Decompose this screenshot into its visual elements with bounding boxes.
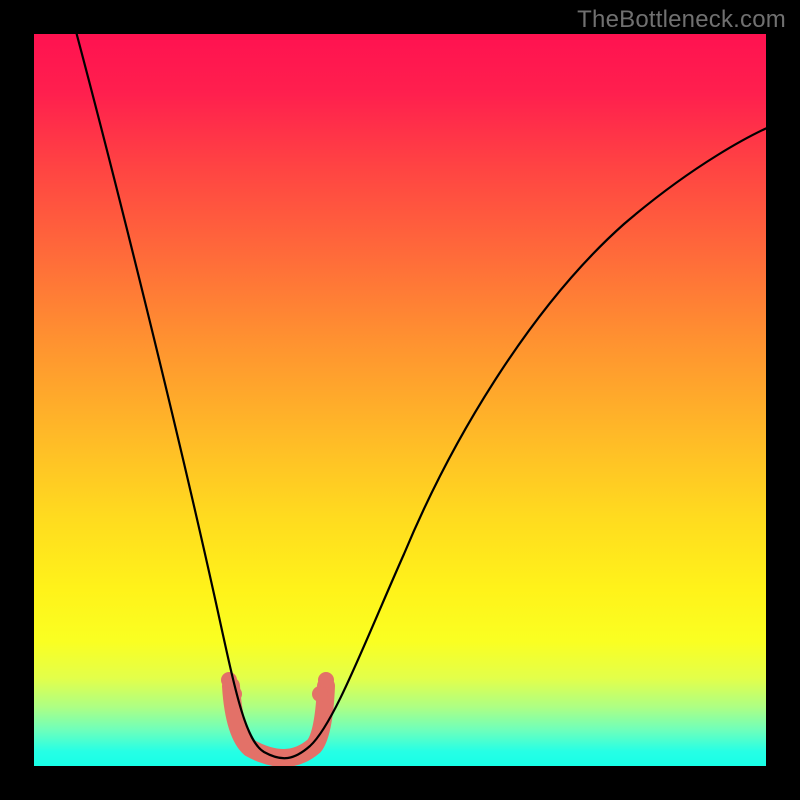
bottleneck-curve xyxy=(74,34,766,758)
watermark-text: TheBottleneck.com xyxy=(577,6,786,34)
curve-marker-dot xyxy=(318,672,334,688)
curve-layer xyxy=(34,34,766,766)
chart-frame: TheBottleneck.com xyxy=(0,0,800,800)
curve-marker-dot xyxy=(312,686,328,702)
curve-marker-dot xyxy=(226,686,242,702)
plot-area xyxy=(34,34,766,766)
